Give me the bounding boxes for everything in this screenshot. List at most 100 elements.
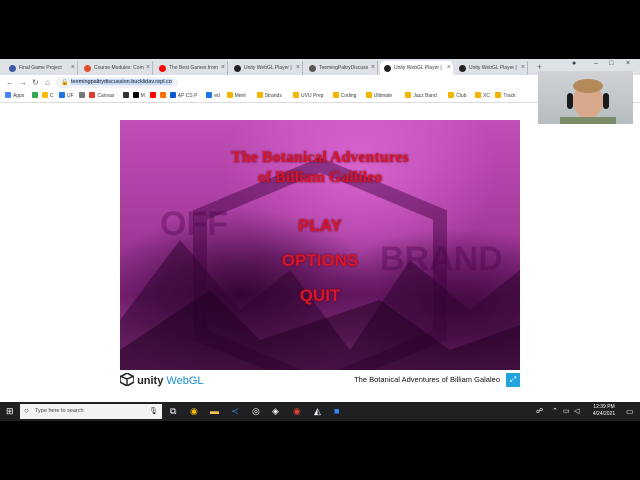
media-icon[interactable]: ◭ xyxy=(314,406,321,417)
notification-icon[interactable]: ▭ xyxy=(626,406,634,417)
bookmark-label: Apps xyxy=(13,93,25,99)
bookmark-label: UF xyxy=(67,93,74,99)
fullscreen-button[interactable]: ⤢ xyxy=(506,373,520,387)
microphone-icon[interactable]: 🎙 xyxy=(149,407,158,415)
back-arrow-icon[interactable]: ← xyxy=(6,77,14,88)
bookmark-item[interactable] xyxy=(122,92,131,100)
file-explorer-icon[interactable]: ▬ xyxy=(210,406,219,417)
webcam-overlay xyxy=(538,71,633,124)
close-icon[interactable]: × xyxy=(221,61,225,75)
bookmark-item[interactable]: Club xyxy=(448,92,466,100)
bookmark-item[interactable]: Merit xyxy=(226,92,246,100)
profile-icon[interactable]: ● xyxy=(572,60,576,67)
windows-start-icon[interactable]: ⊞ xyxy=(6,406,14,417)
close-icon[interactable]: × xyxy=(447,61,451,75)
tab-0[interactable]: Final Game Project × xyxy=(5,61,78,75)
url-text[interactable]: teemingpaltrydiscussion.bucklidav.repl.c… xyxy=(71,77,172,88)
vscode-icon[interactable]: ≺ xyxy=(231,406,239,417)
bookmark-item[interactable] xyxy=(159,92,168,100)
home-icon[interactable]: ⌂ xyxy=(45,77,50,88)
bookmark-icon xyxy=(495,92,502,98)
taskbar-search-box[interactable]: ○ Type here to search 🎙 xyxy=(20,404,162,419)
taskbar-clock[interactable]: 12:39 PM 4/24/2021 xyxy=(584,404,624,418)
minimize-icon[interactable]: – xyxy=(594,60,598,67)
close-icon[interactable]: × xyxy=(71,61,75,75)
close-icon[interactable]: × xyxy=(371,61,375,75)
bookmark-item[interactable]: Strands xyxy=(256,92,282,100)
maximize-icon[interactable]: □ xyxy=(609,60,613,67)
obs-icon[interactable]: ◎ xyxy=(252,406,260,417)
bookmark-item[interactable]: AP CS P xyxy=(169,92,197,100)
search-placeholder: Type here to search xyxy=(35,408,84,414)
bookmark-item[interactable]: Apps xyxy=(5,92,24,100)
close-icon[interactable]: × xyxy=(521,61,525,75)
unity-game-canvas[interactable]: OFF BRAND The Botanical Adventures of Bi… xyxy=(120,120,520,370)
tab-label: Course Modules: Com xyxy=(94,65,144,71)
bookmark-icon xyxy=(475,92,481,98)
bookmark-item[interactable]: Ultimate xyxy=(365,92,393,100)
unity-footer: unity WebGL The Botanical Adventures of … xyxy=(119,370,520,390)
tab-label: Unity WebGL Player | xyxy=(394,65,442,71)
webgl-label: WebGL xyxy=(166,375,204,387)
chrome-active-icon[interactable]: ◉ xyxy=(293,406,301,417)
bookmark-icon xyxy=(448,92,455,98)
window-close-icon[interactable]: × xyxy=(626,60,630,67)
tab-favicon xyxy=(309,65,316,72)
bookmark-item[interactable]: XC xyxy=(475,92,490,100)
bookmark-label: Ultimate xyxy=(373,93,393,99)
reload-icon[interactable]: ↻ xyxy=(32,77,39,88)
bookmark-label: Canvas xyxy=(97,93,115,99)
bookmark-label: Jazz Band xyxy=(413,93,437,99)
tab-5[interactable]: Unity WebGL Player | × xyxy=(380,61,453,75)
bookmark-item[interactable]: Jazz Band xyxy=(405,92,437,100)
volume-icon[interactable]: ◁ xyxy=(574,406,579,417)
tray-up-icon[interactable]: ⌃ xyxy=(552,406,558,417)
address-bar[interactable]: 🔒 teemingpaltrydiscussion.bucklidav.repl… xyxy=(56,77,178,88)
task-view-icon[interactable]: ⧉ xyxy=(170,406,176,417)
unity-hub-icon[interactable]: ◈ xyxy=(272,406,279,417)
bookmark-icon xyxy=(31,92,38,98)
play-button[interactable]: PLAY xyxy=(120,216,520,236)
footer-game-name: The Botanical Adventures of Billiam Gala… xyxy=(354,375,500,384)
bookmark-item[interactable] xyxy=(149,92,158,100)
bookmark-icon xyxy=(206,92,213,98)
chrome-taskbar-icon[interactable]: ◉ xyxy=(190,406,198,417)
tab-4[interactable]: TeemingPaltryDiscuss × xyxy=(305,61,378,75)
tab-2[interactable]: The Best Games from × xyxy=(155,61,228,75)
bookmark-item[interactable]: Coding xyxy=(332,92,356,100)
bookmark-item[interactable]: UF xyxy=(59,92,74,100)
bookmark-label: ed xyxy=(214,93,220,99)
bookmark-icon xyxy=(132,92,139,98)
tab-3[interactable]: Unity WebGL Player | × xyxy=(230,61,303,75)
close-icon[interactable]: × xyxy=(146,61,150,75)
bookmark-label: C xyxy=(49,93,54,99)
quit-button[interactable]: QUIT xyxy=(120,286,520,306)
people-icon[interactable]: ☍ xyxy=(536,406,543,417)
bookmark-icon xyxy=(159,92,166,98)
bookmark-item[interactable]: ed xyxy=(206,92,220,100)
tab-label: Unity WebGL Player | xyxy=(244,65,292,71)
bookmark-icon xyxy=(5,92,11,98)
bookmark-item[interactable]: Track xyxy=(495,92,516,100)
tab-label: The Best Games from xyxy=(169,65,218,71)
bookmark-item[interactable]: M xyxy=(132,92,145,100)
bookmark-icon xyxy=(41,92,48,98)
zoom-icon[interactable]: ■ xyxy=(334,406,339,417)
close-icon[interactable]: × xyxy=(296,61,300,75)
unity-logo: unity WebGL xyxy=(119,372,204,388)
options-button[interactable]: OPTIONS xyxy=(120,251,520,271)
forward-arrow-icon[interactable]: → xyxy=(19,77,27,88)
network-icon[interactable]: ▭ xyxy=(563,406,570,417)
bookmark-item[interactable] xyxy=(79,92,87,100)
tab-1[interactable]: Course Modules: Com × xyxy=(80,61,153,75)
presenter-silhouette xyxy=(560,79,616,124)
bookmark-item[interactable]: UVU Prep xyxy=(293,92,324,100)
bookmark-item[interactable]: Canvas xyxy=(89,92,114,100)
bookmark-item[interactable] xyxy=(31,92,40,100)
bookmark-icon xyxy=(256,92,263,98)
game-title-line-2: of Billiam Gallileo xyxy=(257,169,383,186)
bookmark-label: XC xyxy=(483,93,490,99)
clock-date: 4/24/2021 xyxy=(592,411,616,417)
bookmark-item[interactable]: C xyxy=(41,92,54,100)
tab-6[interactable]: Unity WebGL Player | × xyxy=(455,61,528,75)
